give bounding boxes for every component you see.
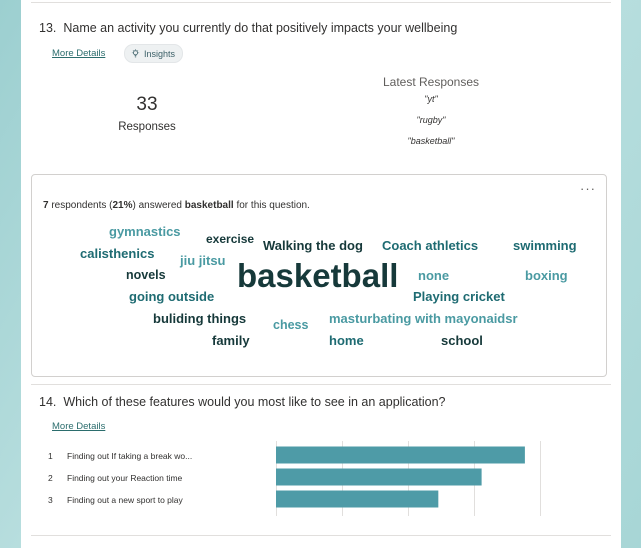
question-number: 13. [39,21,57,35]
option-label: Finding out your Reaction time [67,473,183,483]
latest-response: "yt" [424,94,438,104]
section-divider [31,384,611,385]
lightbulb-icon [131,49,140,58]
bottom-divider [31,535,611,536]
more-details-link[interactable]: More Details [52,48,105,59]
latest-response: "rugby" [416,115,446,125]
word-cloud-term[interactable]: swimming [513,239,577,252]
more-options-icon[interactable]: ··· [580,181,596,196]
word-cloud-term[interactable]: Coach athletics [382,239,478,252]
latest-response: "basketball" [407,136,455,146]
chart-bar[interactable] [276,446,525,464]
word-cloud-term[interactable]: calisthenics [80,247,154,260]
option-label: Finding out If taking a break wo... [67,451,193,461]
word-cloud-term[interactable]: basketball [237,259,398,292]
question-13-title: 13. Name an activity you currently do th… [39,21,457,35]
option-number: 2 [48,473,53,483]
word-cloud-term[interactable]: buliding things [153,312,246,325]
chart-bar[interactable] [276,490,439,508]
insights-button[interactable]: Insights [124,44,184,63]
word-cloud-term[interactable]: masturbating with mayonaidsr [329,312,518,325]
word-cloud-summary: 7 respondents (21%) answered basketball … [43,200,310,211]
question-text: Name an activity you currently do that p… [63,21,458,35]
insights-label: Insights [144,48,176,59]
option-number: 3 [48,495,53,505]
word-cloud-term[interactable]: chess [273,319,308,332]
respondent-percent: 21% [112,200,133,211]
word-cloud-term[interactable]: boxing [525,269,568,282]
summary-text: for this question. [233,200,310,211]
word-cloud-panel: ··· 7 respondents (21%) answered basketb… [31,174,607,377]
word-cloud-term[interactable]: Walking the dog [263,239,363,252]
question-text: Which of these features would you most l… [63,395,446,409]
word-cloud-term[interactable]: family [212,334,250,347]
word-cloud-term[interactable]: going outside [129,290,214,303]
option-label: Finding out a new sport to play [67,495,183,505]
word-cloud-term[interactable]: none [418,269,449,282]
question-14-title: 14. Which of these features would you mo… [39,395,446,409]
more-details-link[interactable]: More Details [52,421,105,432]
top-divider [31,2,611,3]
word-cloud-term[interactable]: gymnastics [109,225,181,238]
word-cloud-term[interactable]: home [329,334,364,347]
feature-bar-chart [276,441,541,516]
word-cloud-term[interactable]: jiu jitsu [180,254,226,267]
selected-keyword: basketball [184,200,234,211]
responses-label: Responses [118,121,176,133]
word-cloud-term[interactable]: school [441,334,483,347]
chart-bar[interactable] [276,468,482,486]
summary-text: ) answered [132,200,185,211]
word-cloud-term[interactable]: Playing cricket [413,290,505,303]
summary-text: respondents ( [48,200,113,211]
word-cloud-term[interactable]: exercise [206,233,254,245]
responses-count: 33 [136,94,158,115]
word-cloud-term[interactable]: novels [126,269,166,282]
survey-results-card: 13. Name an activity you currently do th… [21,0,621,548]
option-number: 1 [48,451,53,461]
question-number: 14. [39,395,57,409]
latest-responses-heading: Latest Responses [382,75,480,89]
